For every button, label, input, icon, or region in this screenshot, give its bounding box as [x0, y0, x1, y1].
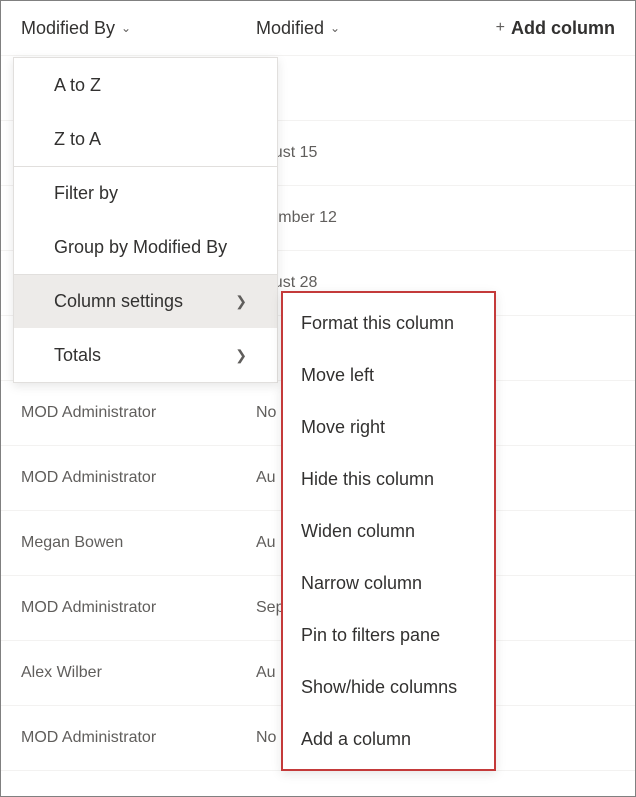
chevron-down-icon: ⌄ — [121, 21, 131, 35]
menu-item-label: Widen column — [301, 521, 415, 542]
cell-modified-by: MOD Administrator — [21, 404, 256, 422]
plus-icon: + — [496, 19, 505, 37]
cell-modified-by: MOD Administrator — [21, 599, 256, 617]
cell-modified-by: MOD Administrator — [21, 469, 256, 487]
submenu-item-narrow-column[interactable]: Narrow column — [283, 557, 494, 609]
submenu-item-move-right[interactable]: Move right — [283, 401, 494, 453]
cell-modified: otember 12 — [256, 209, 615, 227]
cell-modified: ugust 15 — [256, 144, 615, 162]
menu-item-label: Format this column — [301, 313, 454, 334]
column-header-row: Modified By ⌄ Modified ⌄ + Add column — [1, 1, 635, 56]
add-column-label: Add column — [511, 18, 615, 39]
cell-modified-by: Alex Wilber — [21, 664, 256, 682]
menu-item-sort-ascending[interactable]: A to Z — [14, 58, 277, 112]
submenu-item-show-hide-columns[interactable]: Show/hide columns — [283, 661, 494, 713]
menu-item-label: Column settings — [54, 291, 183, 312]
cell-modified-by: MOD Administrator — [21, 729, 256, 747]
chevron-right-icon: ❯ — [235, 293, 247, 310]
menu-item-label: Add a column — [301, 729, 411, 750]
menu-item-label: Group by Modified By — [54, 237, 227, 258]
submenu-item-add-column[interactable]: Add a column — [283, 713, 494, 765]
column-header-modified[interactable]: Modified ⌄ — [256, 18, 496, 39]
menu-item-filter-by[interactable]: Filter by — [14, 166, 277, 220]
submenu-item-widen-column[interactable]: Widen column — [283, 505, 494, 557]
submenu-item-move-left[interactable]: Move left — [283, 349, 494, 401]
menu-item-totals[interactable]: Totals ❯ — [14, 328, 277, 382]
column-header-modified-by[interactable]: Modified By ⌄ — [21, 18, 256, 39]
menu-item-label: Filter by — [54, 183, 118, 204]
chevron-down-icon: ⌄ — [330, 21, 340, 35]
menu-item-label: Z to A — [54, 129, 101, 150]
submenu-item-pin-to-filters[interactable]: Pin to filters pane — [283, 609, 494, 661]
column-settings-submenu: Format this column Move left Move right … — [281, 291, 496, 771]
submenu-item-hide-column[interactable]: Hide this column — [283, 453, 494, 505]
column-header-label: Modified — [256, 18, 324, 39]
add-column-button[interactable]: + Add column — [496, 18, 615, 39]
menu-item-label: Show/hide columns — [301, 677, 457, 698]
column-dropdown-menu: A to Z Z to A Filter by Group by Modifie… — [13, 57, 278, 383]
menu-item-label: A to Z — [54, 75, 101, 96]
menu-item-label: Move right — [301, 417, 385, 438]
column-header-label: Modified By — [21, 18, 115, 39]
menu-item-label: Pin to filters pane — [301, 625, 440, 646]
menu-item-label: Narrow column — [301, 573, 422, 594]
menu-item-sort-descending[interactable]: Z to A — [14, 112, 277, 166]
menu-item-label: Totals — [54, 345, 101, 366]
menu-item-label: Move left — [301, 365, 374, 386]
cell-modified-by: Megan Bowen — [21, 534, 256, 552]
menu-item-label: Hide this column — [301, 469, 434, 490]
menu-item-group-by[interactable]: Group by Modified By — [14, 220, 277, 274]
menu-item-column-settings[interactable]: Column settings ❯ — [14, 274, 277, 328]
chevron-right-icon: ❯ — [235, 347, 247, 364]
submenu-item-format-column[interactable]: Format this column — [283, 297, 494, 349]
cell-modified: ugust 28 — [256, 274, 615, 292]
